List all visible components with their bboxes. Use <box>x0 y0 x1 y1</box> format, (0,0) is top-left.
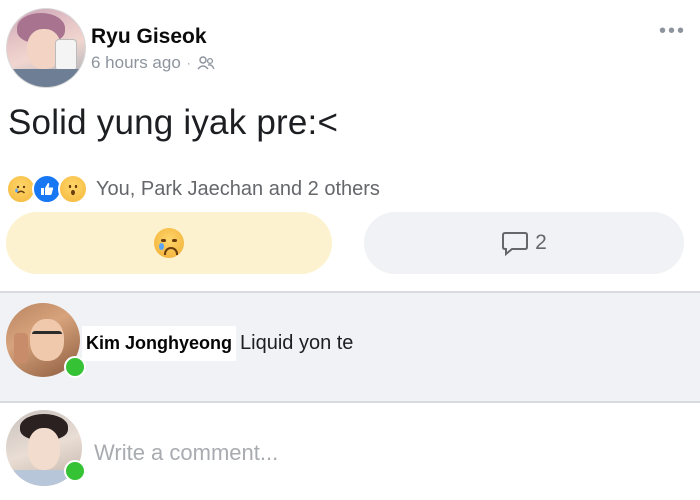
sad-emoji-icon <box>154 228 184 258</box>
wow-face-glyph <box>68 184 78 196</box>
avatar-shirt <box>13 69 79 87</box>
avatar-face <box>28 428 60 470</box>
sad-face-glyph <box>15 185 26 194</box>
reactions-text[interactable]: You, Park Jaechan and 2 others <box>96 178 380 201</box>
avatar-hand <box>14 333 28 363</box>
post-author-avatar[interactable] <box>6 8 86 88</box>
emoji-tear <box>159 243 164 250</box>
comment-bubble: Kim Jonghyeong Liquid yon te <box>82 324 353 362</box>
react-button[interactable] <box>6 212 332 274</box>
comment-button[interactable]: 2 <box>364 212 684 274</box>
post-text: Solid yung iyak pre:< <box>8 103 339 142</box>
post-author-name[interactable]: Ryu Giseok <box>91 25 207 49</box>
emoji-mouth <box>164 247 178 255</box>
meta-separator: · <box>186 56 191 70</box>
divider-bottom <box>0 401 700 403</box>
comment-text: Liquid yon te <box>240 331 354 354</box>
write-comment-input[interactable] <box>94 440 674 466</box>
more-options-button[interactable]: ••• <box>659 21 686 41</box>
thumbs-up-glyph <box>41 183 54 195</box>
avatar-phone <box>55 39 77 71</box>
emoji-eye-left <box>161 239 166 242</box>
emoji-eye-right <box>172 239 177 242</box>
current-user-online-indicator <box>64 460 86 482</box>
post-meta: 6 hours ago · <box>91 53 215 73</box>
wow-reaction-icon <box>58 174 88 204</box>
reactions-summary[interactable]: You, Park Jaechan and 2 others <box>6 174 380 204</box>
friends-icon[interactable] <box>197 56 215 70</box>
commenter-name[interactable]: Kim Jonghyeong <box>82 325 237 361</box>
comment-count: 2 <box>535 231 547 254</box>
comment-icon <box>502 232 529 256</box>
avatar-glasses <box>32 331 62 342</box>
post-timestamp[interactable]: 6 hours ago <box>91 53 181 73</box>
